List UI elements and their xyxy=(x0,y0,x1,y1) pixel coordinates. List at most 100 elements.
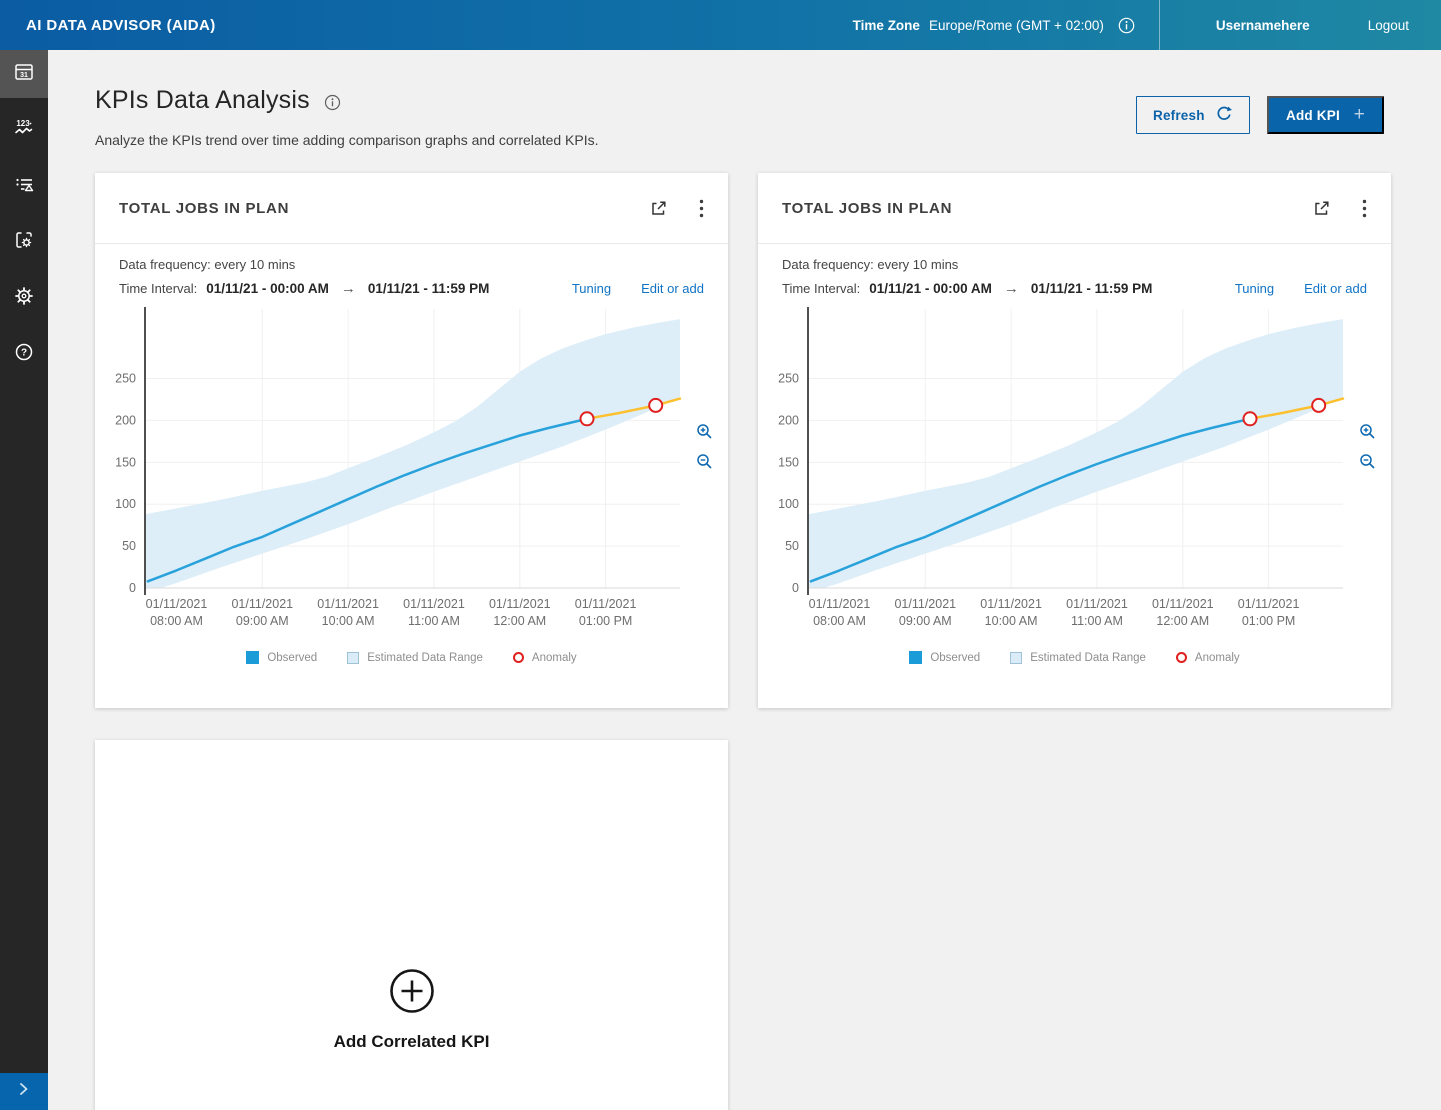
sidebar-item-kpi-trend[interactable]: 123 xyxy=(0,106,48,154)
svg-text:250: 250 xyxy=(778,372,799,386)
svg-text:01/11/2021: 01/11/2021 xyxy=(980,597,1042,611)
data-frequency-text: Data frequency: every 10 mins xyxy=(119,257,704,272)
edit-or-add-link[interactable]: Edit or add xyxy=(641,281,704,296)
svg-text:100: 100 xyxy=(115,497,136,511)
kpi-chart: 05010015020025001/11/202108:00 AM01/11/2… xyxy=(758,301,1391,651)
page-subtitle: Analyze the KPIs trend over time adding … xyxy=(95,132,1392,148)
svg-text:100: 100 xyxy=(778,497,799,511)
svg-text:0: 0 xyxy=(129,581,136,595)
page-title-info-icon[interactable] xyxy=(324,94,341,111)
page-title: KPIs Data Analysis xyxy=(95,86,310,115)
add-correlated-kpi-card[interactable]: Add Correlated KPI xyxy=(95,740,728,1110)
open-in-new-window-button[interactable] xyxy=(1311,198,1332,219)
time-zone-value: Europe/Rome (GMT + 02:00) xyxy=(929,18,1104,33)
svg-text:11:00 AM: 11:00 AM xyxy=(408,614,460,628)
settings-gear-icon xyxy=(13,285,35,312)
svg-text:01:00 PM: 01:00 PM xyxy=(579,614,633,628)
legend-label: Estimated Data Range xyxy=(1030,652,1146,664)
time-interval-label: Time Interval: xyxy=(119,281,197,296)
time-zone-label: Time Zone xyxy=(853,18,920,33)
data-frequency-text: Data frequency: every 10 mins xyxy=(782,257,1367,272)
legend-item: Anomaly xyxy=(1176,652,1240,664)
kpi-trend-123-icon: 123 xyxy=(13,117,35,144)
svg-text:123: 123 xyxy=(16,119,30,128)
legend-item: Estimated Data Range xyxy=(347,652,483,664)
svg-text:?: ? xyxy=(21,347,27,358)
legend-label: Estimated Data Range xyxy=(367,652,483,664)
svg-text:01/11/2021: 01/11/2021 xyxy=(317,597,379,611)
zoom-in-icon[interactable] xyxy=(694,421,715,442)
add-kpi-button-label: Add KPI xyxy=(1286,108,1340,123)
user-group: Usernamehere Logout xyxy=(1160,18,1441,33)
legend-item: Estimated Data Range xyxy=(1010,652,1146,664)
svg-text:08:00 AM: 08:00 AM xyxy=(150,614,203,628)
svg-text:150: 150 xyxy=(778,455,799,469)
refresh-button[interactable]: Refresh xyxy=(1136,96,1250,134)
sidebar-item-kpi-config[interactable] xyxy=(0,218,48,266)
svg-text:31: 31 xyxy=(20,72,28,79)
kebab-menu-button[interactable] xyxy=(1360,197,1369,220)
kpi-card-left: TOTAL JOBS IN PLAN Data frequency: every… xyxy=(95,173,728,708)
tuning-link[interactable]: Tuning xyxy=(572,281,611,296)
svg-text:09:00 AM: 09:00 AM xyxy=(899,614,952,628)
tuning-link[interactable]: Tuning xyxy=(1235,281,1274,296)
open-in-new-window-button[interactable] xyxy=(648,198,669,219)
svg-text:10:00 AM: 10:00 AM xyxy=(985,614,1038,628)
zoom-out-icon[interactable] xyxy=(1357,451,1378,472)
legend-swatch-icon xyxy=(347,652,359,664)
kebab-menu-button[interactable] xyxy=(697,197,706,220)
svg-text:10:00 AM: 10:00 AM xyxy=(322,614,375,628)
legend-item: Observed xyxy=(909,651,980,664)
legend-label: Anomaly xyxy=(532,652,577,664)
sidebar-item-settings[interactable] xyxy=(0,274,48,322)
expand-sidebar-button[interactable] xyxy=(0,1073,48,1110)
kpi-card-title: TOTAL JOBS IN PLAN xyxy=(782,200,952,217)
svg-text:200: 200 xyxy=(778,413,799,427)
legend-label: Observed xyxy=(267,652,317,664)
time-zone-info-icon[interactable] xyxy=(1118,17,1135,34)
kpi-card-right: TOTAL JOBS IN PLAN Data frequency: every… xyxy=(758,173,1391,708)
legend-label: Observed xyxy=(930,652,980,664)
svg-text:01/11/2021: 01/11/2021 xyxy=(575,597,637,611)
logout-button[interactable]: Logout xyxy=(1368,18,1441,33)
header-buttons: Refresh Add KPI + xyxy=(1136,96,1384,134)
refresh-button-label: Refresh xyxy=(1153,108,1205,123)
svg-text:0: 0 xyxy=(792,581,799,595)
add-correlated-kpi-label: Add Correlated KPI xyxy=(334,1032,490,1052)
sidebar-item-alerts[interactable] xyxy=(0,162,48,210)
svg-text:08:00 AM: 08:00 AM xyxy=(813,614,866,628)
legend-swatch-icon xyxy=(246,651,259,664)
chart-legend: Observed Estimated Data Range Anomaly xyxy=(95,651,728,664)
zoom-in-icon[interactable] xyxy=(1357,421,1378,442)
svg-text:50: 50 xyxy=(122,539,136,553)
arrow-right-icon: → xyxy=(1004,280,1019,297)
zoom-out-icon[interactable] xyxy=(694,451,715,472)
legend-label: Anomaly xyxy=(1195,652,1240,664)
refresh-icon xyxy=(1215,105,1233,126)
kpi-cards-row: TOTAL JOBS IN PLAN Data frequency: every… xyxy=(95,173,1392,708)
svg-text:01/11/2021: 01/11/2021 xyxy=(403,597,465,611)
arrow-right-icon: → xyxy=(341,280,356,297)
svg-text:01/11/2021: 01/11/2021 xyxy=(1066,597,1128,611)
chevron-right-icon xyxy=(19,1082,29,1101)
time-interval-label: Time Interval: xyxy=(782,281,860,296)
username[interactable]: Usernamehere xyxy=(1160,18,1368,33)
svg-text:09:00 AM: 09:00 AM xyxy=(236,614,289,628)
svg-text:01/11/2021: 01/11/2021 xyxy=(809,597,871,611)
sidebar: 31 123 ? xyxy=(0,50,48,1110)
kpi-settings-icon xyxy=(13,229,35,256)
edit-or-add-link[interactable]: Edit or add xyxy=(1304,281,1367,296)
svg-text:01/11/2021: 01/11/2021 xyxy=(231,597,293,611)
add-kpi-button[interactable]: Add KPI + xyxy=(1267,96,1384,134)
svg-text:12:00 AM: 12:00 AM xyxy=(1156,614,1209,628)
kpi-chart: 05010015020025001/11/202108:00 AM01/11/2… xyxy=(95,301,728,651)
help-icon: ? xyxy=(13,341,35,368)
kpi-card-title: TOTAL JOBS IN PLAN xyxy=(119,200,289,217)
sidebar-item-help[interactable]: ? xyxy=(0,330,48,378)
svg-text:11:00 AM: 11:00 AM xyxy=(1071,614,1123,628)
time-zone-group: Time Zone Europe/Rome (GMT + 02:00) xyxy=(853,17,1159,34)
legend-item: Observed xyxy=(246,651,317,664)
sidebar-item-dashboard[interactable]: 31 xyxy=(0,50,48,98)
svg-text:01/11/2021: 01/11/2021 xyxy=(1152,597,1214,611)
top-bar-right: Time Zone Europe/Rome (GMT + 02:00) User… xyxy=(853,0,1441,50)
